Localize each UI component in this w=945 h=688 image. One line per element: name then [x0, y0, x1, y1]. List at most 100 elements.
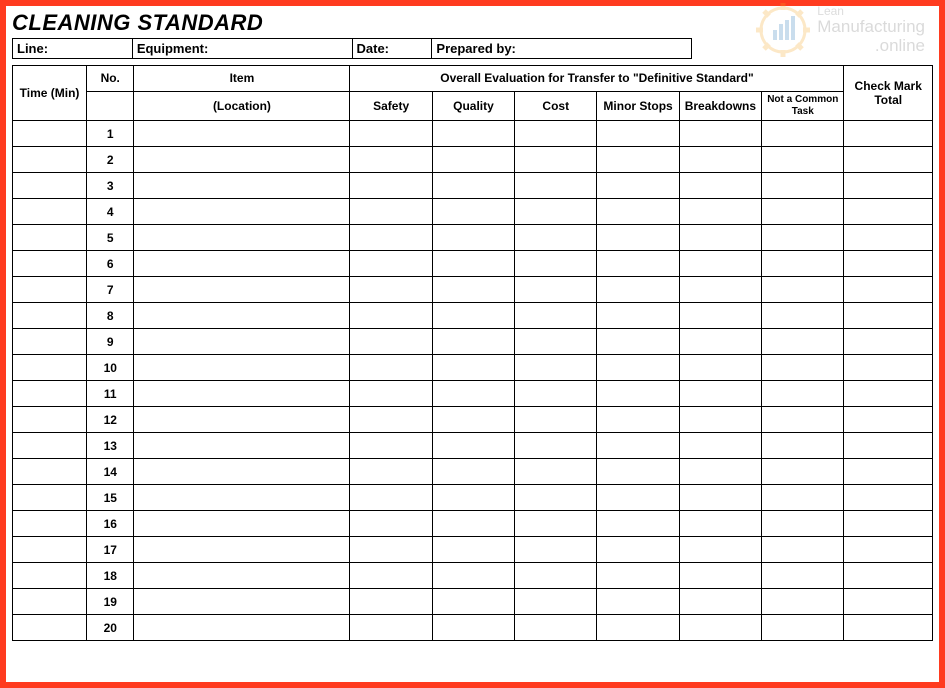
cell-time[interactable] [13, 303, 87, 329]
cell-eval[interactable] [432, 147, 514, 173]
cell-eval[interactable] [432, 485, 514, 511]
cell-eval[interactable] [679, 615, 761, 641]
cell-eval[interactable] [679, 225, 761, 251]
cell-eval[interactable] [515, 225, 597, 251]
cell-item[interactable] [134, 563, 350, 589]
cell-eval[interactable] [762, 329, 844, 355]
cell-eval[interactable] [515, 173, 597, 199]
cell-eval[interactable] [597, 251, 679, 277]
cell-check-total[interactable] [844, 173, 933, 199]
cell-eval[interactable] [515, 329, 597, 355]
cell-eval[interactable] [515, 381, 597, 407]
cell-check-total[interactable] [844, 537, 933, 563]
cell-check-total[interactable] [844, 277, 933, 303]
cell-eval[interactable] [597, 511, 679, 537]
cell-item[interactable] [134, 511, 350, 537]
cell-time[interactable] [13, 355, 87, 381]
cell-check-total[interactable] [844, 355, 933, 381]
cell-item[interactable] [134, 459, 350, 485]
cell-eval[interactable] [350, 537, 432, 563]
cell-eval[interactable] [679, 277, 761, 303]
cell-eval[interactable] [432, 563, 514, 589]
cell-time[interactable] [13, 199, 87, 225]
cell-eval[interactable] [762, 407, 844, 433]
cell-eval[interactable] [350, 615, 432, 641]
cell-eval[interactable] [515, 615, 597, 641]
cell-eval[interactable] [679, 147, 761, 173]
cell-time[interactable] [13, 433, 87, 459]
cell-eval[interactable] [679, 433, 761, 459]
cell-eval[interactable] [597, 173, 679, 199]
cell-eval[interactable] [762, 355, 844, 381]
cell-check-total[interactable] [844, 433, 933, 459]
cell-time[interactable] [13, 277, 87, 303]
cell-eval[interactable] [597, 303, 679, 329]
cell-eval[interactable] [432, 121, 514, 147]
cell-check-total[interactable] [844, 329, 933, 355]
cell-eval[interactable] [762, 277, 844, 303]
cell-eval[interactable] [762, 199, 844, 225]
cell-time[interactable] [13, 459, 87, 485]
cell-eval[interactable] [597, 589, 679, 615]
cell-eval[interactable] [515, 485, 597, 511]
cell-eval[interactable] [432, 459, 514, 485]
cell-item[interactable] [134, 329, 350, 355]
cell-eval[interactable] [350, 355, 432, 381]
cell-item[interactable] [134, 433, 350, 459]
cell-check-total[interactable] [844, 121, 933, 147]
cell-eval[interactable] [762, 303, 844, 329]
cell-item[interactable] [134, 277, 350, 303]
cell-eval[interactable] [597, 537, 679, 563]
cell-item[interactable] [134, 121, 350, 147]
cell-eval[interactable] [350, 589, 432, 615]
cell-eval[interactable] [762, 225, 844, 251]
cell-check-total[interactable] [844, 225, 933, 251]
cell-check-total[interactable] [844, 407, 933, 433]
cell-eval[interactable] [350, 433, 432, 459]
cell-eval[interactable] [597, 485, 679, 511]
cell-eval[interactable] [432, 329, 514, 355]
cell-eval[interactable] [762, 459, 844, 485]
cell-eval[interactable] [350, 251, 432, 277]
cell-time[interactable] [13, 407, 87, 433]
cell-check-total[interactable] [844, 199, 933, 225]
cell-eval[interactable] [679, 589, 761, 615]
cell-eval[interactable] [762, 589, 844, 615]
cell-check-total[interactable] [844, 511, 933, 537]
cell-eval[interactable] [350, 329, 432, 355]
cell-eval[interactable] [432, 537, 514, 563]
cell-eval[interactable] [432, 303, 514, 329]
cell-eval[interactable] [762, 433, 844, 459]
cell-time[interactable] [13, 329, 87, 355]
cell-eval[interactable] [679, 121, 761, 147]
cell-time[interactable] [13, 563, 87, 589]
cell-eval[interactable] [432, 589, 514, 615]
cell-time[interactable] [13, 121, 87, 147]
cell-eval[interactable] [597, 459, 679, 485]
cell-eval[interactable] [432, 277, 514, 303]
cell-eval[interactable] [762, 147, 844, 173]
cell-eval[interactable] [350, 147, 432, 173]
cell-item[interactable] [134, 537, 350, 563]
cell-eval[interactable] [515, 589, 597, 615]
cell-time[interactable] [13, 589, 87, 615]
cell-eval[interactable] [679, 199, 761, 225]
cell-eval[interactable] [350, 485, 432, 511]
cell-eval[interactable] [432, 511, 514, 537]
cell-eval[interactable] [515, 199, 597, 225]
cell-item[interactable] [134, 225, 350, 251]
cell-item[interactable] [134, 355, 350, 381]
cell-eval[interactable] [679, 251, 761, 277]
cell-eval[interactable] [597, 147, 679, 173]
cell-eval[interactable] [597, 355, 679, 381]
cell-item[interactable] [134, 485, 350, 511]
cell-time[interactable] [13, 485, 87, 511]
cell-eval[interactable] [432, 173, 514, 199]
cell-time[interactable] [13, 537, 87, 563]
cell-eval[interactable] [679, 511, 761, 537]
cell-check-total[interactable] [844, 303, 933, 329]
cell-eval[interactable] [679, 173, 761, 199]
cell-eval[interactable] [597, 121, 679, 147]
cell-eval[interactable] [350, 381, 432, 407]
cell-item[interactable] [134, 303, 350, 329]
